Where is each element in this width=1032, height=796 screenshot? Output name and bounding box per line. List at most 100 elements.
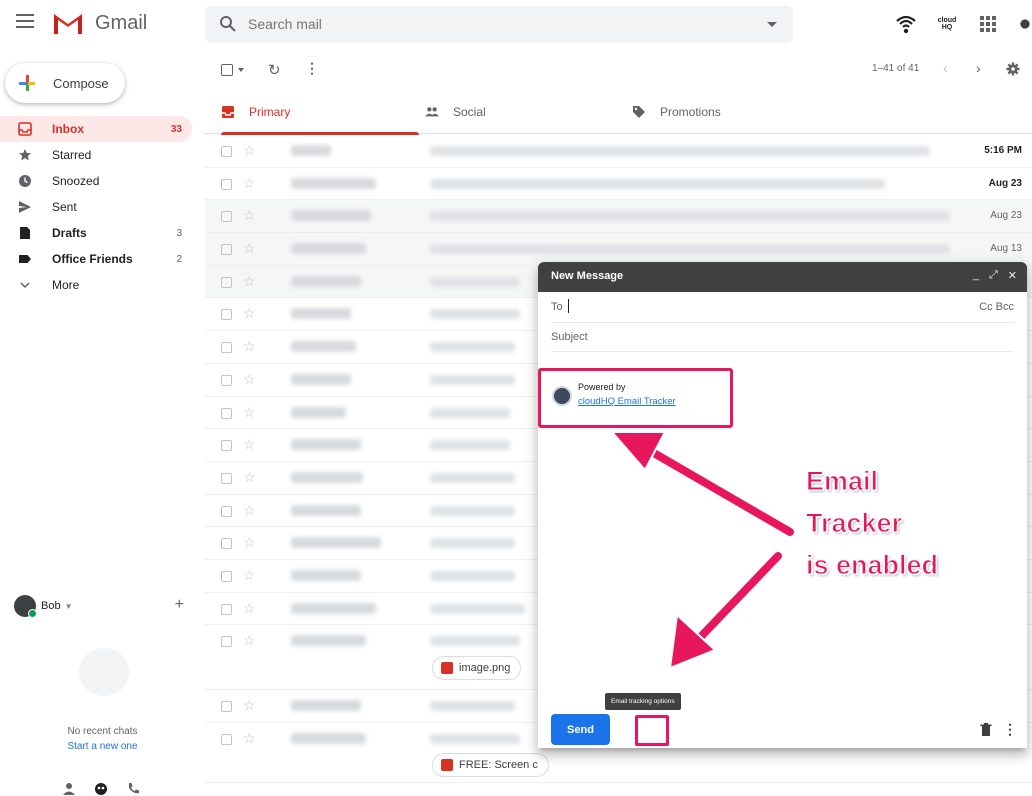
star-icon[interactable]: ☆ bbox=[243, 600, 256, 617]
sidebar-item-more[interactable]: More bbox=[0, 272, 192, 298]
email-tracking-options-button[interactable] bbox=[635, 715, 669, 746]
star-icon[interactable]: ☆ bbox=[243, 534, 256, 551]
person-icon[interactable] bbox=[62, 782, 76, 796]
attachment-chip[interactable]: FREE: Screen c bbox=[432, 753, 549, 777]
compose-button[interactable]: Compose bbox=[5, 63, 125, 103]
send-button[interactable]: Send bbox=[551, 714, 610, 745]
attachment-chip[interactable]: image.png bbox=[432, 656, 522, 681]
star-icon[interactable]: ☆ bbox=[243, 207, 256, 224]
phone-icon[interactable] bbox=[126, 782, 140, 796]
row-checkbox[interactable] bbox=[221, 440, 232, 452]
star-icon[interactable]: ☆ bbox=[243, 371, 256, 388]
close-icon[interactable]: ✕ bbox=[1008, 269, 1017, 282]
star-icon[interactable]: ☆ bbox=[243, 175, 256, 192]
select-all-checkbox[interactable] bbox=[221, 64, 233, 76]
sidebar-item-drafts[interactable]: Drafts 3 bbox=[0, 220, 192, 246]
account-avatar-icon[interactable] bbox=[1018, 12, 1032, 36]
main-menu-icon[interactable] bbox=[16, 14, 34, 28]
cloudhq-tracker-link[interactable]: cloudHQ Email Tracker bbox=[578, 396, 676, 407]
hangouts-chat-icon[interactable] bbox=[94, 782, 108, 796]
tab-primary[interactable]: Primary bbox=[221, 90, 420, 135]
row-checkbox[interactable] bbox=[221, 570, 232, 582]
star-icon[interactable]: ☆ bbox=[243, 142, 256, 159]
subject bbox=[430, 407, 510, 418]
star-icon[interactable]: ☆ bbox=[243, 436, 256, 453]
tab-promotions[interactable]: Promotions bbox=[632, 90, 721, 134]
label-count: 2 bbox=[176, 253, 182, 265]
star-icon[interactable]: ☆ bbox=[243, 305, 256, 322]
star-icon[interactable]: ☆ bbox=[243, 697, 256, 714]
sender bbox=[291, 700, 361, 712]
table-row[interactable]: ☆ 5:16 PM bbox=[205, 135, 1032, 168]
trash-icon[interactable] bbox=[980, 723, 992, 736]
more-options-icon[interactable]: ⋮ bbox=[1003, 721, 1017, 738]
search-input[interactable] bbox=[248, 14, 748, 34]
chevron-right-icon[interactable]: › bbox=[976, 60, 981, 76]
star-icon[interactable]: ☆ bbox=[243, 632, 256, 649]
star-icon[interactable]: ☆ bbox=[243, 502, 256, 519]
subject bbox=[430, 701, 515, 712]
star-icon[interactable]: ☆ bbox=[243, 469, 256, 486]
row-checkbox[interactable] bbox=[221, 734, 232, 745]
star-icon[interactable]: ☆ bbox=[243, 730, 256, 747]
list-toolbar: ↻ ⋮ 1–41 of 41 ‹ › bbox=[205, 48, 1032, 90]
row-checkbox[interactable] bbox=[221, 701, 232, 713]
search-icon[interactable] bbox=[219, 15, 237, 33]
to-field[interactable]: To Cc Bcc bbox=[551, 292, 1014, 323]
sidebar-item-starred[interactable]: Starred bbox=[0, 142, 192, 168]
table-row[interactable]: ☆ Aug 23 bbox=[205, 168, 1032, 201]
subject bbox=[430, 276, 520, 287]
row-checkbox[interactable] bbox=[221, 374, 232, 386]
refresh-icon[interactable]: ↻ bbox=[268, 61, 281, 79]
more-options-icon[interactable]: ⋮ bbox=[305, 60, 319, 77]
search-options-icon[interactable] bbox=[767, 22, 777, 27]
gear-icon[interactable] bbox=[1006, 62, 1020, 76]
star-icon[interactable]: ☆ bbox=[243, 567, 256, 584]
sidebar-item-sent[interactable]: Sent bbox=[0, 194, 192, 220]
table-row[interactable]: ☆ Aug 13 bbox=[205, 233, 1032, 266]
chat-user[interactable]: Bob ▼ + bbox=[14, 595, 194, 618]
sidebar-item-snoozed[interactable]: Snoozed bbox=[0, 168, 192, 194]
row-checkbox[interactable] bbox=[221, 603, 232, 615]
row-checkbox[interactable] bbox=[221, 538, 232, 550]
star-icon bbox=[19, 149, 31, 161]
row-checkbox[interactable] bbox=[221, 276, 232, 288]
gmail-logo[interactable] bbox=[52, 10, 84, 36]
minimize-icon[interactable]: _ bbox=[973, 269, 979, 282]
row-checkbox[interactable] bbox=[221, 342, 232, 354]
email-tracker-icon[interactable] bbox=[894, 12, 918, 36]
star-icon[interactable]: ☆ bbox=[243, 240, 256, 257]
add-chat-button[interactable]: + bbox=[175, 596, 184, 614]
row-checkbox[interactable] bbox=[221, 505, 232, 517]
star-icon[interactable]: ☆ bbox=[243, 273, 256, 290]
star-icon[interactable]: ☆ bbox=[243, 338, 256, 355]
tab-social[interactable]: Social bbox=[425, 90, 486, 134]
row-checkbox[interactable] bbox=[221, 309, 232, 321]
compose-header[interactable]: New Message _ ⤢ ✕ bbox=[538, 262, 1027, 292]
table-row[interactable]: ☆ Aug 23 bbox=[205, 200, 1032, 234]
row-checkbox[interactable] bbox=[221, 211, 232, 223]
row-checkbox[interactable] bbox=[221, 407, 232, 419]
row-checkbox[interactable] bbox=[221, 636, 232, 648]
callout-line: Tracker bbox=[805, 508, 903, 539]
cloudhq-icon[interactable]: cloud HQ bbox=[936, 12, 958, 36]
subject bbox=[430, 636, 520, 647]
compose-window: New Message _ ⤢ ✕ To Cc Bcc Subject Powe… bbox=[538, 262, 1027, 748]
subject-field[interactable]: Subject bbox=[551, 323, 1014, 352]
row-checkbox[interactable] bbox=[221, 178, 232, 190]
row-checkbox[interactable] bbox=[221, 146, 232, 157]
search-bar[interactable] bbox=[205, 6, 793, 43]
row-checkbox[interactable] bbox=[221, 472, 232, 484]
youtube-icon bbox=[441, 759, 453, 771]
sidebar-item-inbox[interactable]: Inbox 33 bbox=[0, 116, 192, 142]
row-checkbox[interactable] bbox=[221, 244, 232, 256]
select-options-icon[interactable] bbox=[238, 68, 244, 72]
sidebar-item-office-friends[interactable]: Office Friends 2 bbox=[0, 246, 192, 272]
apps-grid-icon[interactable] bbox=[976, 12, 1000, 36]
sender bbox=[291, 733, 366, 744]
star-icon[interactable]: ☆ bbox=[243, 404, 256, 421]
start-new-chat-link[interactable]: Start a new one bbox=[0, 741, 205, 752]
chevron-left-icon[interactable]: ‹ bbox=[943, 60, 948, 76]
cc-bcc-link[interactable]: Cc Bcc bbox=[979, 301, 1014, 313]
expand-icon[interactable]: ⤢ bbox=[989, 269, 998, 282]
